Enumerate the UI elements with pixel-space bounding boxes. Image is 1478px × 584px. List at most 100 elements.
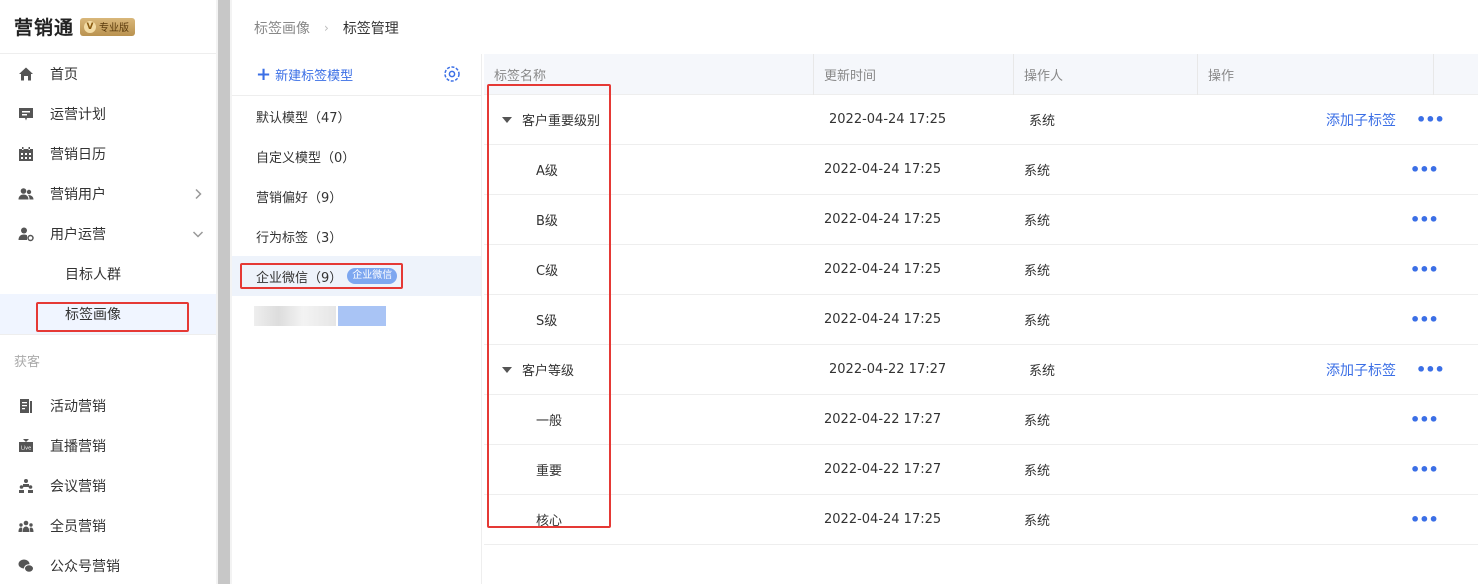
tag-name-cell: A级 [536, 164, 558, 179]
pro-badge: V 专业版 [80, 17, 136, 36]
tag-model-item-behavior[interactable]: 行为标签（3） [232, 216, 481, 256]
update-time-cell: 2022-04-24 17:25 [824, 262, 942, 277]
table-row: 客户等级 2022-04-22 17:27 系统 添加子标签 ••• [484, 345, 1478, 395]
more-icon[interactable]: ••• [1410, 160, 1439, 179]
update-time-cell: 2022-04-24 17:25 [829, 112, 947, 127]
table-body: 客户重要级别 2022-04-24 17:25 系统 添加子标签 ••• A级 … [484, 95, 1478, 545]
sidebar-item-user-operation[interactable]: 用户运营 [0, 214, 216, 254]
table-row: C级 2022-04-24 17:25 系统 ••• [484, 245, 1478, 295]
tag-name-cell: B级 [536, 214, 558, 229]
redacted-badge [338, 306, 386, 326]
actions-cell: ••• [1214, 510, 1478, 529]
table-row: S级 2022-04-24 17:25 系统 ••• [484, 295, 1478, 345]
operator-cell: 系统 [1024, 414, 1051, 429]
caret-down-icon[interactable] [502, 116, 512, 123]
more-icon[interactable]: ••• [1410, 210, 1439, 229]
sidebar-item-live-marketing[interactable]: Live 直播营销 [0, 426, 216, 466]
more-icon[interactable]: ••• [1410, 310, 1439, 329]
actions-cell: ••• [1214, 310, 1478, 329]
sidebar-item-label: 营销日历 [50, 147, 106, 163]
actions-cell: ••• [1214, 460, 1478, 479]
tag-name-cell: 一般 [536, 414, 563, 429]
more-icon[interactable]: ••• [1416, 360, 1445, 379]
caret-down-icon[interactable] [502, 366, 512, 373]
actions-cell: ••• [1214, 410, 1478, 429]
header-update-time: 更新时间 [814, 53, 1014, 95]
brand-name: 营销通 [14, 17, 75, 39]
sidebar-item-label: 全员营销 [50, 519, 106, 535]
wecom-badge: 企业微信 [347, 268, 398, 284]
sidebar-item-all-staff-marketing[interactable]: 全员营销 [0, 506, 216, 546]
sidebar-item-label: 营销用户 [50, 187, 106, 203]
sidebar-scrollbar-thumb[interactable] [218, 0, 230, 584]
sidebar-item-users[interactable]: 营销用户 [0, 174, 216, 214]
sidebar-item-meeting-marketing[interactable]: 会议营销 [0, 466, 216, 506]
pro-badge-label: 专业版 [99, 23, 130, 34]
gear-icon[interactable] [443, 65, 461, 83]
table-row: B级 2022-04-24 17:25 系统 ••• [484, 195, 1478, 245]
operator-cell: 系统 [1024, 464, 1051, 479]
tag-name-cell: 客户重要级别 [484, 110, 814, 129]
update-time-cell: 2022-04-22 17:27 [824, 412, 942, 427]
team-icon [18, 518, 34, 534]
new-tag-model-button[interactable]: + 新建标签模型 [256, 65, 353, 84]
redacted-text [254, 306, 336, 326]
sidebar-item-official-account-marketing[interactable]: 公众号营销 [0, 546, 216, 584]
tag-name-cell: 核心 [536, 514, 563, 529]
sidebar-item-label: 用户运营 [50, 227, 106, 243]
update-time-cell: 2022-04-22 17:27 [829, 362, 947, 377]
tag-model-item-redacted[interactable] [232, 296, 481, 336]
tag-model-item-default[interactable]: 默认模型（47） [232, 96, 481, 136]
more-icon[interactable]: ••• [1416, 110, 1445, 129]
add-sub-tag-button[interactable]: 添加子标签 [1326, 110, 1396, 130]
sidebar: 营销通 V 专业版 首页 运营计划 营销日历 营销用户 用户运营 目标人群 标签… [0, 0, 216, 584]
actions-cell: 添加子标签 ••• [1214, 110, 1478, 130]
tag-name: 客户等级 [522, 364, 575, 379]
more-icon[interactable]: ••• [1410, 260, 1439, 279]
tag-model-item-wecom[interactable]: 企业微信（9） 企业微信 [232, 256, 481, 296]
tag-name-cell: S级 [536, 314, 558, 329]
sidebar-item-plan[interactable]: 运营计划 [0, 94, 216, 134]
sidebar-item-calendar[interactable]: 营销日历 [0, 134, 216, 174]
vip-icon: V [84, 20, 97, 33]
breadcrumb-tag-management: 标签管理 [342, 21, 399, 37]
add-sub-tag-button[interactable]: 添加子标签 [1326, 360, 1396, 380]
more-icon[interactable]: ••• [1410, 460, 1439, 479]
table-header: 标签名称 更新时间 操作人 操作 [484, 53, 1478, 95]
operator-cell: 系统 [1024, 214, 1051, 229]
sidebar-subitem-tag-profile[interactable]: 标签画像 [0, 294, 216, 334]
breadcrumb-tag-profile[interactable]: 标签画像 [254, 18, 310, 38]
actions-cell: ••• [1214, 160, 1478, 179]
tag-model-panel-header: + 新建标签模型 [232, 54, 481, 96]
update-time-cell: 2022-04-24 17:25 [824, 512, 942, 527]
sidebar-item-activity-marketing[interactable]: 活动营销 [0, 386, 216, 426]
header-actions: 操作 [1198, 53, 1434, 95]
actions-cell: 添加子标签 ••• [1214, 360, 1478, 380]
table-row: 客户重要级别 2022-04-24 17:25 系统 添加子标签 ••• [484, 95, 1478, 145]
sidebar-item-home[interactable]: 首页 [0, 54, 216, 94]
operator-cell: 系统 [1024, 264, 1051, 279]
brand-header: 营销通 V 专业版 [0, 0, 216, 54]
sidebar-subitem-target-audience[interactable]: 目标人群 [0, 254, 216, 294]
breadcrumb: 标签画像 › 标签管理 [254, 18, 399, 38]
tag-model-item-custom[interactable]: 自定义模型（0） [232, 136, 481, 176]
operator-cell: 系统 [1029, 364, 1056, 379]
actions-cell: ••• [1214, 210, 1478, 229]
breadcrumb-separator-icon: › [324, 21, 329, 35]
tag-model-item-marketing-preference[interactable]: 营销偏好（9） [232, 176, 481, 216]
update-time-cell: 2022-04-24 17:25 [824, 312, 942, 327]
operator-cell: 系统 [1024, 314, 1051, 329]
header-operator: 操作人 [1014, 53, 1198, 95]
header-tag-name: 标签名称 [484, 53, 814, 95]
plan-icon [18, 106, 34, 122]
more-icon[interactable]: ••• [1410, 410, 1439, 429]
header-spacer [1434, 54, 1478, 95]
table-row: A级 2022-04-24 17:25 系统 ••• [484, 145, 1478, 195]
more-icon[interactable]: ••• [1410, 510, 1439, 529]
sidebar-item-label: 公众号营销 [50, 559, 120, 575]
operator-cell: 系统 [1024, 164, 1051, 179]
wechat-icon [18, 558, 34, 574]
chevron-right-icon [192, 188, 204, 200]
operator-cell: 系统 [1024, 514, 1051, 529]
svg-text:Live: Live [21, 446, 31, 452]
